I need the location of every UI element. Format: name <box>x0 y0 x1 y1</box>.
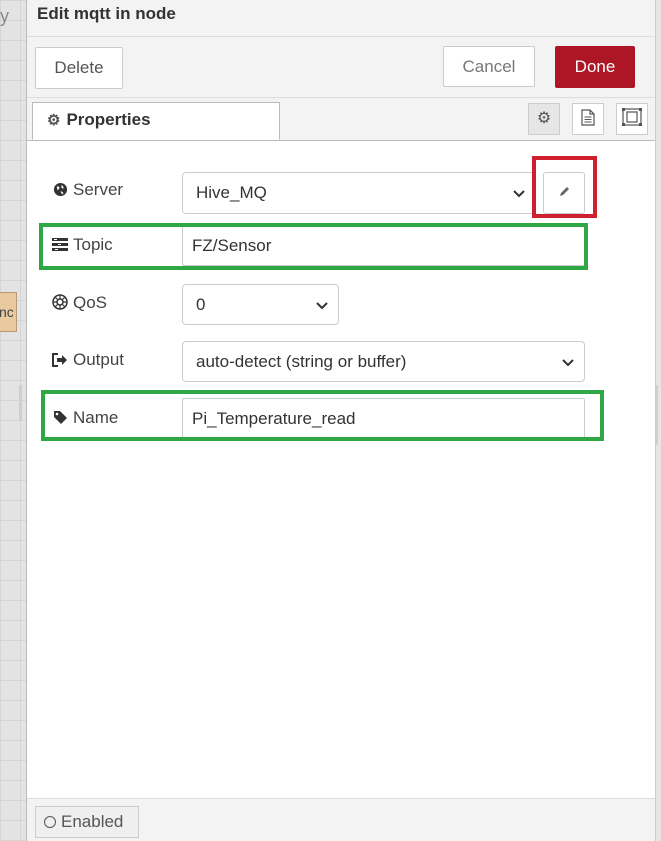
server-select[interactable]: Hive_MQ <box>182 172 536 214</box>
tab-properties[interactable]: ⚙ Properties <box>32 102 280 140</box>
workspace-canvas[interactable] <box>0 0 26 841</box>
highlight-box-red <box>532 156 597 218</box>
output-select-value: auto-detect (string or buffer) <box>196 352 407 371</box>
output-label: Output <box>51 340 124 380</box>
server-label-text: Server <box>73 180 124 199</box>
tray-title: Edit mqtt in node <box>27 0 655 37</box>
sign-out-icon <box>51 341 69 381</box>
circle-icon <box>44 816 56 828</box>
server-select-value: Hive_MQ <box>196 183 267 202</box>
output-label-text: Output <box>73 350 125 369</box>
edit-tray: Edit mqtt in node Delete Cancel Done ⚙ Pr… <box>26 0 656 841</box>
canvas-text-fragment: y <box>0 6 9 26</box>
empire-icon <box>51 284 69 324</box>
gear-icon: ⚙ <box>536 110 552 127</box>
enabled-toggle-button[interactable]: Enabled <box>35 806 139 838</box>
appearance-icon <box>622 108 642 126</box>
tab-properties-label: Properties <box>66 110 151 129</box>
tray-toolbar: Delete Cancel Done <box>27 37 655 98</box>
appearance-tab-button[interactable] <box>616 103 648 135</box>
highlight-box-green-topic <box>39 223 588 270</box>
file-text-icon <box>581 109 595 126</box>
delete-button[interactable]: Delete <box>35 47 123 89</box>
chevron-down-icon <box>316 285 328 325</box>
canvas-node-fragment[interactable]: nc <box>0 292 17 332</box>
qos-select-value: 0 <box>196 295 206 314</box>
output-select[interactable]: auto-detect (string or buffer) <box>182 341 585 382</box>
qos-select[interactable]: 0 <box>182 284 339 325</box>
canvas-resize-handle[interactable] <box>19 385 22 421</box>
globe-icon <box>51 171 69 211</box>
description-tab-button[interactable] <box>572 103 604 135</box>
chevron-down-icon <box>562 342 574 382</box>
cancel-button[interactable]: Cancel <box>443 46 535 87</box>
done-button[interactable]: Done <box>555 46 635 88</box>
chevron-down-icon <box>513 173 525 213</box>
tabs-bar: ⚙ Properties ⚙ <box>27 98 655 141</box>
settings-tab-button[interactable]: ⚙ <box>528 103 560 135</box>
highlight-box-green-name <box>41 390 604 441</box>
tray-footer: Enabled <box>27 798 655 841</box>
qos-label-text: QoS <box>73 293 108 312</box>
gear-icon: ⚙ <box>47 112 61 129</box>
enabled-label: Enabled <box>61 812 124 831</box>
server-label: Server <box>51 170 123 210</box>
qos-label: QoS <box>51 283 107 323</box>
